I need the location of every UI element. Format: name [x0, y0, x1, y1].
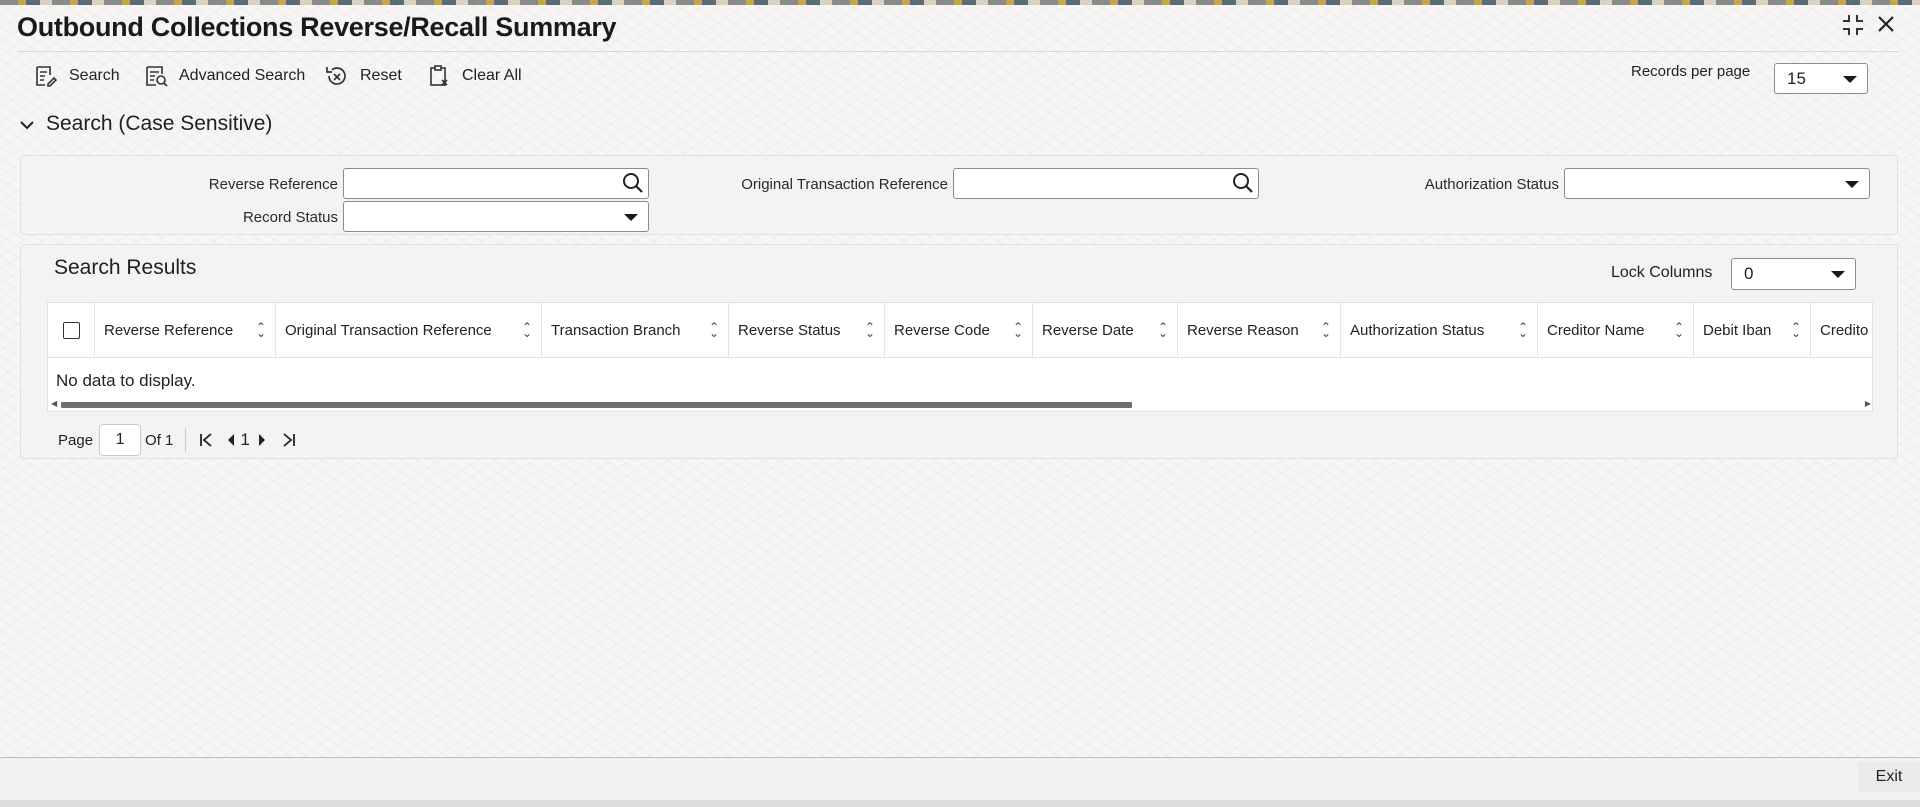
authorization-status-label: Authorization Status	[1424, 176, 1559, 193]
sort-icon[interactable]: ⌃ ⌄	[1321, 321, 1331, 339]
current-page-number: 1	[240, 430, 250, 449]
column-header-label: Reverse Reference	[104, 321, 234, 339]
select-all-cell	[48, 303, 95, 357]
table-header: Reverse Reference ⌃ ⌄ Original Transaction…	[48, 303, 1872, 358]
column-header[interactable]: Reverse Reference ⌃ ⌄	[95, 303, 276, 357]
page-title: Outbound Collections Reverse/Recall Summ…	[17, 12, 617, 42]
pagination: Page 1 Of 1 1	[58, 424, 297, 456]
original-txn-reference-input[interactable]	[953, 168, 1259, 199]
results-table: Reverse Reference ⌃ ⌄ Original Transaction…	[47, 302, 1873, 412]
title-divider	[17, 51, 1899, 52]
sort-icon[interactable]: ⌃ ⌄	[1674, 321, 1684, 339]
column-header-label: Debit Iban	[1703, 321, 1772, 339]
search-section-toggle[interactable]: Search (Case Sensitive)	[20, 112, 272, 136]
horizontal-scrollbar[interactable]: ◀ ▶	[48, 399, 1872, 410]
records-per-page-value: 15	[1787, 68, 1806, 88]
lock-columns-value: 0	[1744, 264, 1754, 283]
column-header[interactable]: Creditor Name ⌃ ⌄	[1538, 303, 1694, 357]
sort-icon[interactable]: ⌃ ⌄	[522, 321, 532, 339]
chevron-down-icon	[1843, 75, 1857, 83]
sort-icon[interactable]: ⌃ ⌄	[256, 321, 266, 339]
chevron-down-icon	[624, 213, 638, 221]
chevron-down-icon	[20, 112, 34, 136]
record-status-select[interactable]	[343, 201, 649, 232]
previous-page-icon[interactable]	[226, 433, 236, 447]
select-all-checkbox[interactable]	[62, 321, 80, 339]
search-button-label: Search	[69, 67, 120, 84]
clear-all-button[interactable]: Clear All	[426, 62, 522, 90]
reset-button[interactable]: Reset	[324, 62, 402, 90]
empty-table-message: No data to display.	[56, 371, 196, 390]
reset-label: Reset	[360, 67, 402, 84]
top-banner-strip	[0, 0, 1920, 5]
record-status-label: Record Status	[242, 209, 338, 226]
column-header-label: Reverse Status	[738, 321, 841, 339]
column-header-label: Transaction Branch	[551, 321, 681, 339]
page-number-value: 1	[115, 431, 125, 448]
search-list-icon	[33, 63, 59, 89]
sort-icon[interactable]: ⌃ ⌄	[1791, 321, 1801, 339]
lock-columns-select[interactable]: 0	[1731, 258, 1856, 290]
reset-icon	[324, 63, 350, 89]
column-header-label: Authorization Status	[1350, 321, 1485, 339]
clipboard-clear-icon	[426, 63, 452, 89]
column-header[interactable]: Original Transaction Reference ⌃ ⌄	[276, 303, 542, 357]
footer-bottom-strip	[0, 800, 1920, 807]
sort-icon[interactable]: ⌃ ⌄	[1518, 321, 1528, 339]
search-icon[interactable]	[1232, 172, 1254, 199]
column-header[interactable]: Reverse Date ⌃ ⌄	[1033, 303, 1178, 357]
column-header[interactable]: Reverse Reason ⌃ ⌄	[1178, 303, 1341, 357]
column-header-label: Creditor Name	[1547, 321, 1645, 339]
chevron-down-icon	[1845, 180, 1859, 188]
page-of-label: Of 1	[145, 431, 174, 449]
page-label: Page	[58, 431, 94, 449]
search-results-title: Search Results	[54, 256, 197, 279]
scroll-right-icon[interactable]: ▶	[1865, 399, 1871, 408]
sort-icon[interactable]: ⌃ ⌄	[1013, 321, 1023, 339]
footer-bar	[0, 758, 1920, 800]
last-page-icon[interactable]	[281, 432, 297, 448]
exit-button[interactable]: Exit	[1858, 762, 1920, 792]
advanced-search-icon	[143, 63, 169, 89]
authorization-status-select[interactable]	[1564, 168, 1870, 199]
scrollbar-thumb[interactable]	[61, 402, 1132, 408]
column-header-label: Original Transaction Reference	[285, 321, 492, 339]
column-header[interactable]: Authorization Status ⌃ ⌄	[1341, 303, 1538, 357]
column-header-label: Reverse Code	[894, 321, 990, 339]
scroll-left-icon[interactable]: ◀	[51, 399, 57, 408]
original-txn-reference-label: Original Transaction Reference	[741, 176, 948, 193]
search-section-title: Search (Case Sensitive)	[46, 112, 273, 135]
search-criteria-panel: Reverse Reference Original Transaction R…	[20, 155, 1898, 235]
reverse-reference-label: Reverse Reference	[208, 176, 338, 193]
column-header[interactable]: Reverse Status ⌃ ⌄	[729, 303, 885, 357]
chevron-down-icon	[1831, 271, 1845, 278]
column-header-label: Reverse Reason	[1187, 321, 1299, 339]
pager-divider	[185, 428, 187, 452]
column-header[interactable]: Debit Iban ⌃ ⌄	[1694, 303, 1811, 357]
records-per-page-select[interactable]: 15	[1774, 63, 1868, 94]
column-header[interactable]: Transaction Branch ⌃ ⌄	[542, 303, 729, 357]
sort-icon[interactable]: ⌃ ⌄	[1158, 321, 1168, 339]
next-page-icon[interactable]	[257, 433, 267, 447]
records-per-page-label: Records per page	[1631, 63, 1751, 80]
sort-icon[interactable]: ⌃ ⌄	[865, 321, 875, 339]
column-header-label: Credito	[1820, 321, 1869, 339]
column-header[interactable]: Credito	[1811, 303, 1872, 357]
close-icon[interactable]	[1876, 14, 1896, 40]
search-button[interactable]: Search	[33, 62, 120, 90]
column-header-label: Reverse Date	[1042, 321, 1134, 339]
sort-icon[interactable]: ⌃ ⌄	[709, 321, 719, 339]
advanced-search-label: Advanced Search	[179, 67, 306, 84]
collapse-icon[interactable]	[1842, 14, 1864, 42]
lock-columns-label: Lock Columns	[1611, 264, 1713, 281]
column-header[interactable]: Reverse Code ⌃ ⌄	[885, 303, 1033, 357]
first-page-icon[interactable]	[198, 432, 214, 448]
advanced-search-button[interactable]: Advanced Search	[143, 62, 305, 90]
clear-all-label: Clear All	[462, 67, 522, 84]
page-number-input[interactable]: 1	[99, 424, 142, 456]
